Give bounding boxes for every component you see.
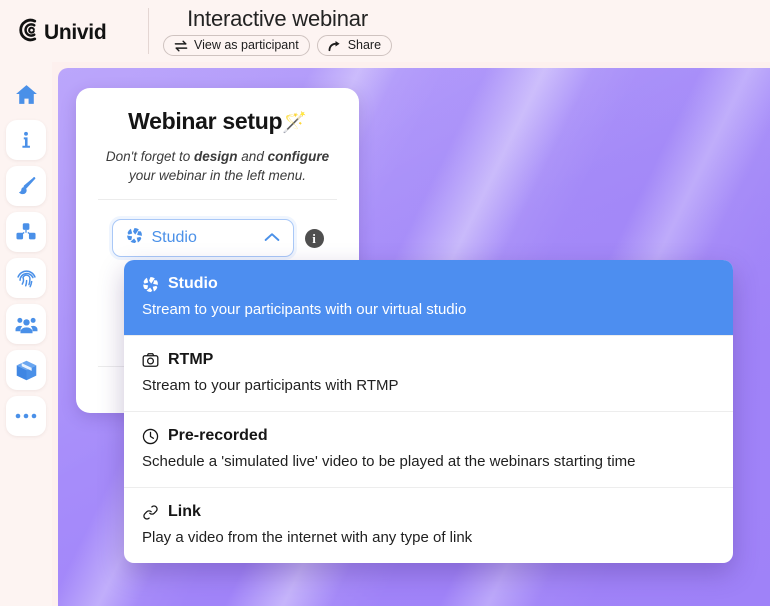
info-icon [15, 129, 37, 151]
box-icon [15, 359, 38, 382]
dropdown-option-pre-recorded[interactable]: Pre-recorded Schedule a 'simulated live'… [124, 411, 733, 487]
webinar-stage: Webinar setup🪄 Don't forget to design an… [58, 68, 770, 606]
stream-type-dropdown: Studio Stream to your participants with … [124, 260, 733, 563]
univid-swirl-logo-icon [16, 15, 46, 45]
fingerprint-icon [15, 267, 38, 290]
dropdown-option-link-description: Play a video from the internet with any … [142, 529, 473, 546]
stream-type-select-row: Studio i [96, 219, 339, 257]
app-header: Univid Interactive webinar View as parti… [0, 0, 770, 62]
stream-type-select[interactable]: Studio [111, 219, 294, 257]
camera-icon [142, 352, 159, 369]
card-divider-top [98, 199, 337, 200]
sidebar-item-access[interactable] [6, 258, 46, 298]
view-as-participant-label: View as participant [194, 38, 299, 53]
header-divider [148, 8, 149, 54]
sidebar [0, 62, 52, 606]
dropdown-option-studio[interactable]: Studio Stream to your participants with … [124, 260, 733, 335]
share-arrow-icon [328, 40, 342, 52]
sidebar-item-info[interactable] [6, 120, 46, 160]
sidebar-item-blocks[interactable] [6, 212, 46, 252]
webinar-setup-title-text: Webinar setup [128, 108, 283, 134]
webinar-setup-title: Webinar setup🪄 [96, 106, 339, 138]
dropdown-option-link-label: Link [168, 503, 201, 520]
share-button[interactable]: Share [316, 35, 393, 56]
brand-logo[interactable]: Univid [0, 0, 148, 62]
dropdown-option-pre-recorded-head: Pre-recorded [142, 426, 715, 446]
link-icon [142, 504, 159, 521]
app-root: Univid Interactive webinar View as parti… [0, 0, 770, 606]
dropdown-option-pre-recorded-label: Pre-recorded [168, 427, 268, 444]
header-actions: View as participant Share [163, 35, 393, 56]
subtitle-part-c: and [237, 149, 268, 164]
aperture-icon [126, 227, 143, 249]
dropdown-option-studio-head: Studio [142, 274, 715, 294]
sidebar-item-participants[interactable] [6, 304, 46, 344]
chevron-up-icon[interactable] [264, 229, 280, 247]
info-circle-icon: i [312, 230, 316, 246]
dropdown-option-link-head: Link [142, 502, 715, 522]
subtitle-part-a: Don't forget to [105, 149, 195, 164]
swap-arrows-icon [174, 40, 188, 52]
ellipsis-icon [15, 412, 37, 420]
view-as-participant-button[interactable]: View as participant [163, 35, 310, 56]
stream-type-info-button[interactable]: i [304, 228, 324, 248]
stream-type-value: Studio [151, 229, 197, 246]
sidebar-item-more[interactable] [6, 396, 46, 436]
clock-icon [142, 428, 159, 445]
page-title: Interactive webinar [187, 6, 368, 31]
people-group-icon [15, 313, 38, 336]
home-icon [14, 82, 39, 107]
sidebar-item-home[interactable] [6, 74, 46, 114]
dropdown-option-rtmp[interactable]: RTMP Stream to your participants with RT… [124, 335, 733, 411]
dropdown-option-rtmp-label: RTMP [168, 351, 214, 368]
share-label: Share [347, 38, 382, 53]
dropdown-option-rtmp-description: Stream to your participants with RTMP [142, 377, 399, 394]
subtitle-part-e: your webinar in the left menu. [128, 168, 307, 183]
magic-wand-icon: 🪄 [282, 112, 307, 134]
subtitle-part-design: design [194, 149, 238, 164]
dropdown-option-studio-label: Studio [168, 275, 218, 292]
dropdown-option-pre-recorded-description: Schedule a 'simulated live' video to be … [142, 453, 636, 470]
webinar-setup-subtitle: Don't forget to design and configure you… [96, 147, 339, 185]
paintbrush-icon [15, 175, 37, 197]
dropdown-option-link[interactable]: Link Play a video from the internet with… [124, 487, 733, 563]
dropdown-option-studio-description: Stream to your participants with our vir… [142, 301, 467, 318]
brand-name: Univid [44, 21, 107, 44]
dropdown-option-rtmp-head: RTMP [142, 350, 715, 370]
sidebar-item-integrations[interactable] [6, 350, 46, 390]
aperture-icon [142, 276, 159, 293]
sidebar-item-design[interactable] [6, 166, 46, 206]
subtitle-part-configure: configure [267, 149, 330, 164]
cubes-icon [15, 221, 37, 243]
header-main: Interactive webinar View as participant [159, 6, 393, 56]
stage-container: Webinar setup🪄 Don't forget to design an… [52, 62, 770, 606]
